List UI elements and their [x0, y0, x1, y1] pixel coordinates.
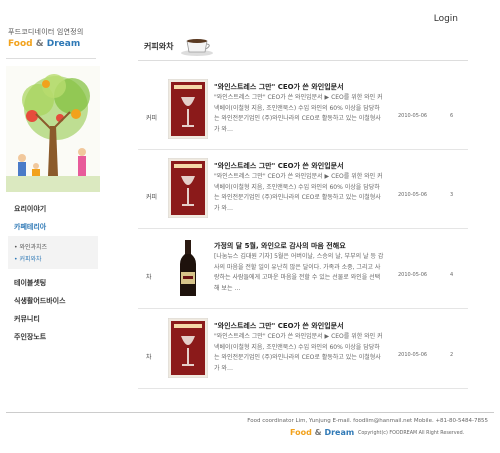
row-title[interactable]: 가정의 달 5월, 와인으로 감사의 마음 전해요 — [214, 241, 394, 251]
footer-copyright: Copyright(c) FOODREAM All Right Reserved… — [358, 431, 465, 436]
list-item[interactable]: 커피 "와인스트레스 그만" CEO가 쓴 와인입문서 "와인스트레스 그만" … — [138, 71, 468, 150]
nav-item-diet-advice[interactable]: 식생활어드바이스 — [14, 296, 98, 306]
nav-item-table-setting[interactable]: 테이블셋팅 — [14, 278, 98, 288]
brand-logo[interactable]: 푸드코디네이터 임연정의 Food & Dream — [8, 27, 83, 49]
footer-contact: Food coordinator Lim, Yunjung E-mail. fo… — [247, 418, 488, 424]
brand-subtitle: 푸드코디네이터 임연정의 — [8, 28, 84, 36]
book-cover-thumbnail[interactable] — [168, 318, 208, 378]
list-item[interactable]: 커피 "와인스트레스 그만" CEO가 쓴 와인입문서 "와인스트레스 그만" … — [138, 150, 468, 229]
footer-amp: & — [314, 428, 322, 437]
row-date: 2010-05-06 — [398, 352, 428, 358]
nav-item-cafeteria[interactable]: 카페테리아 — [14, 222, 98, 232]
row-title[interactable]: "와인스트레스 그만" CEO가 쓴 와인입문서 — [214, 321, 394, 331]
row-category: 차 — [146, 354, 152, 361]
row-title[interactable]: "와인스트레스 그만" CEO가 쓴 와인입문서 — [214, 161, 394, 171]
row-hits: 4 — [450, 272, 454, 278]
row-category: 커피 — [146, 115, 158, 122]
list-item[interactable]: 차 "와인스트레스 그만" CEO가 쓴 와인입문서 "와인스트레스 그만" C… — [138, 310, 468, 389]
row-hits: 3 — [450, 192, 454, 198]
nav-item-community[interactable]: 커뮤니티 — [14, 314, 98, 324]
nav-item-cooking-story[interactable]: 요리이야기 — [14, 204, 98, 214]
row-hits: 6 — [450, 113, 454, 119]
book-cover-thumbnail[interactable] — [168, 79, 208, 139]
section-title: 커피와차 — [144, 41, 174, 51]
nav-subitem-wine-cheese[interactable]: • 와인과치즈 — [14, 242, 96, 251]
row-category: 차 — [146, 274, 152, 281]
book-cover-thumbnail[interactable] — [168, 158, 208, 218]
brand-amp: & — [35, 39, 44, 49]
row-excerpt: [나눔뉴스 김대원 기자] 5월은 어버이날, 스승의 날, 부부의 날 등 감… — [214, 253, 384, 292]
row-excerpt: "와인스트레스 그만" CEO가 쓴 와인입문서 ▶ CEO를 위한 와인 커넥… — [214, 173, 383, 212]
coffee-cup-icon — [181, 39, 214, 56]
row-title[interactable]: "와인스트레스 그만" CEO가 쓴 와인입문서 — [214, 82, 394, 92]
footer-divider — [6, 412, 494, 413]
nav-item-owner-note[interactable]: 주인장노트 — [14, 332, 98, 342]
family-tree-illustration — [6, 66, 100, 192]
brand-food: Food — [8, 39, 33, 49]
brand-wordmark: Food & Dream — [8, 39, 83, 49]
list-item[interactable]: 차 가정의 달 5월, 와인으로 감사의 마음 전해요 [나눔뉴스 김대원 기자… — [138, 230, 468, 309]
footer-dream: Dream — [324, 428, 355, 437]
row-excerpt: "와인스트레스 그만" CEO가 쓴 와인입문서 ▶ CEO를 위한 와인 커넥… — [214, 333, 383, 372]
footer-logo: Food & Dream — [290, 428, 354, 437]
brand-dream: Dream — [46, 39, 81, 49]
main-content: 커피와차 커피 "와인스트레스 그만" CEO가 쓴 와인입문서 "와인스트레스… — [138, 32, 468, 389]
row-excerpt: "와인스트레스 그만" CEO가 쓴 와인입문서 ▶ CEO를 위한 와인 커넥… — [214, 94, 383, 133]
row-category: 커피 — [146, 194, 158, 201]
wine-bottle-thumbnail[interactable] — [168, 238, 208, 298]
login-link[interactable]: Login — [434, 14, 458, 24]
sidebar-nav: 요리이야기 카페테리아 • 와인과치즈 • 커피와차 테이블셋팅 식생활어드바이… — [8, 204, 98, 350]
footer-food: Food — [290, 428, 312, 437]
nav-subitem-coffee-tea[interactable]: • 커피와차 — [14, 254, 96, 263]
row-hits: 2 — [450, 352, 454, 358]
section-header: 커피와차 — [138, 32, 468, 61]
brand-divider — [6, 58, 96, 59]
nav-submenu: • 와인과치즈 • 커피와차 — [8, 236, 98, 269]
row-date: 2010-05-06 — [398, 113, 428, 119]
row-date: 2010-05-06 — [398, 192, 428, 198]
row-date: 2010-05-06 — [398, 272, 428, 278]
